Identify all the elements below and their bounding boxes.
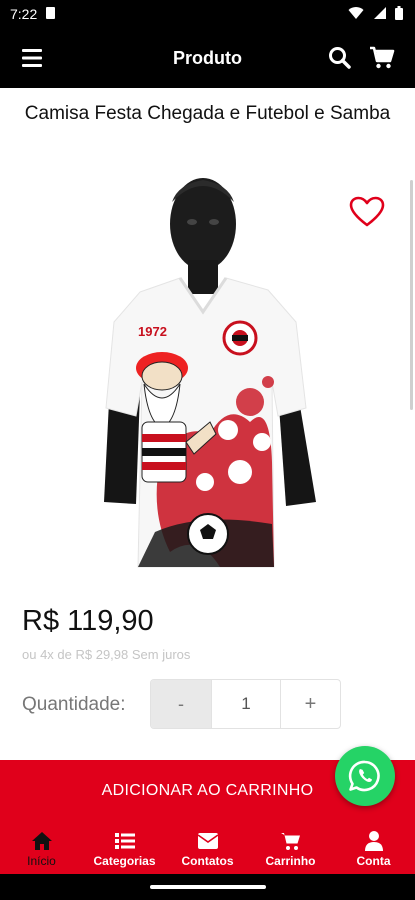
nav-label-carrinho: Carrinho (265, 854, 316, 868)
quantity-label: Quantidade: (22, 694, 126, 715)
status-icons (344, 6, 403, 22)
search-icon (329, 47, 351, 69)
product-price: R$ 119,90 (22, 605, 154, 637)
nav-item-inicio[interactable]: Início (0, 822, 83, 874)
jersey-illustration (104, 178, 316, 568)
nav-label-conta: Conta (356, 854, 391, 868)
sim-card-icon (46, 7, 55, 19)
whatsapp-button[interactable] (335, 746, 395, 806)
nav-item-contatos[interactable]: Contatos (166, 822, 249, 874)
envelope-icon (197, 830, 219, 852)
home-gesture-handle[interactable] (150, 885, 266, 889)
list-icon (114, 830, 136, 852)
battery-icon (395, 6, 403, 20)
signal-icon (373, 7, 386, 19)
search-button[interactable] (327, 45, 353, 71)
product-title: Camisa Festa Chegada e Futebol e Samba (24, 103, 391, 124)
shirt-print-text: 1972 (138, 324, 167, 339)
installments-text: ou 4x de R$ 29,98 Sem juros (22, 647, 191, 662)
product-image[interactable]: 1972 (100, 172, 320, 572)
quantity-stepper: - 1 + (150, 679, 341, 729)
wifi-icon (348, 7, 364, 20)
status-time: 7:22 (10, 6, 38, 22)
quantity-decrement-button[interactable]: - (151, 680, 211, 728)
nav-item-conta[interactable]: Conta (332, 822, 415, 874)
quantity-increment-button[interactable]: + (281, 680, 340, 728)
heart-icon (349, 196, 385, 227)
nav-item-categorias[interactable]: Categorias (83, 822, 166, 874)
scrollbar[interactable] (410, 180, 413, 410)
cart-button[interactable] (369, 45, 395, 71)
nav-label-contatos: Contatos (181, 854, 234, 868)
home-icon (31, 830, 53, 852)
nav-label-categorias: Categorias (93, 854, 156, 868)
cart-icon (370, 46, 395, 69)
whatsapp-icon (348, 760, 380, 792)
favorite-button[interactable] (349, 196, 385, 228)
system-navigation-bar (0, 874, 415, 900)
bottom-navigation: Início Categorias Contatos Carrinho Cont… (0, 822, 415, 874)
quantity-input[interactable]: 1 (211, 680, 281, 728)
nav-label-inicio: Início (27, 854, 56, 868)
status-bar: 7:22 (0, 0, 415, 28)
app-bar: Produto (0, 28, 415, 88)
nav-item-carrinho[interactable]: Carrinho (249, 822, 332, 874)
cart-icon (280, 830, 302, 852)
user-icon (363, 830, 385, 852)
